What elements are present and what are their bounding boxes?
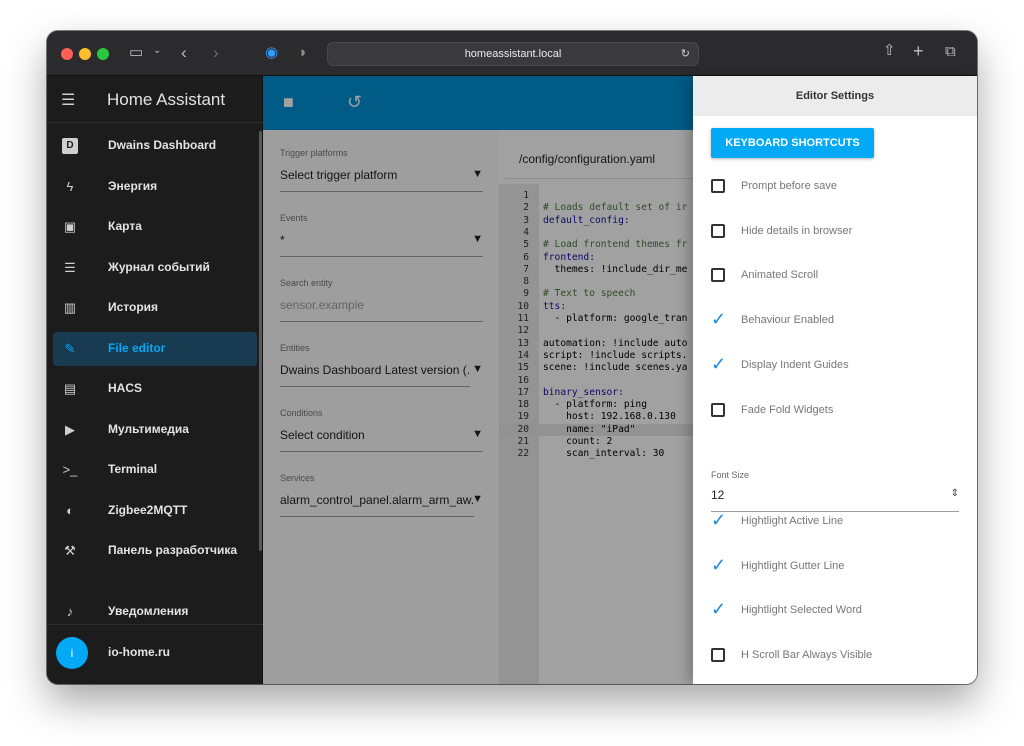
sidebar-item-панель-разработчика[interactable]: ⚒ Панель разработчика — [53, 534, 257, 568]
sidebar-item-label: Энергия — [108, 178, 158, 193]
sidebar-scrollbar[interactable] — [259, 131, 262, 551]
setting-option[interactable]: Fade Fold Widgets — [711, 401, 961, 421]
bell-icon: ♪ — [66, 604, 74, 619]
sidebar-item-label: Dwains Dashboard — [108, 138, 217, 152]
setting-option-label: Hide details in browser — [741, 224, 853, 237]
sidebar-item-icon: ◐ — [66, 502, 74, 518]
sidebar-item-label: История — [108, 300, 159, 314]
setting-option[interactable]: ✓ Hightlight Gutter Line — [711, 555, 961, 577]
check-icon[interactable]: ✓ — [711, 354, 726, 374]
check-icon[interactable]: ✓ — [711, 510, 726, 530]
zoom-window-button[interactable] — [97, 48, 109, 60]
sidebar-item-icon: ▤ — [63, 381, 77, 396]
minimize-window-button[interactable] — [79, 48, 91, 60]
stepper-icon[interactable]: ⇕ — [951, 488, 959, 499]
sidebar-item-label: File editor — [108, 340, 166, 355]
check-icon[interactable]: ✓ — [711, 309, 726, 329]
sidebar-item-журнал-событий[interactable]: ☰ Журнал событий — [53, 251, 257, 285]
setting-option[interactable]: H Scroll Bar Always Visible — [711, 646, 961, 666]
sidebar-item-icon: ⚒ — [64, 543, 76, 558]
sidebar-item-profile[interactable]: io-home.ru — [53, 636, 257, 670]
setting-option[interactable]: Hide details in browser — [711, 222, 961, 242]
check-icon[interactable]: ✓ — [711, 555, 726, 575]
sidebar-item-энергия[interactable]: ϟ Энергия — [53, 170, 257, 204]
sidebar-item-zigbee2mqtt[interactable]: ◐ Zigbee2MQTT — [53, 494, 257, 528]
forward-icon[interactable]: › — [213, 44, 219, 61]
app-title: Home Assistant — [107, 90, 226, 109]
sidebar-item-icon: ▶ — [65, 421, 75, 437]
setting-option[interactable]: Prompt before save — [711, 177, 961, 197]
setting-option-label: Prompt before save — [741, 180, 837, 192]
setting-option-label: Display Indent Guides — [741, 358, 849, 371]
setting-option-label: Fade Fold Widgets — [741, 403, 834, 416]
setting-option-label: Hightlight Selected Word — [741, 604, 862, 617]
sidebar-item-icon: ϟ — [66, 178, 74, 194]
sidebar-item-label: Мультимедиа — [108, 421, 189, 436]
url-text: homeassistant.local — [464, 48, 562, 60]
sidebar-header: ☰ Home Assistant — [47, 76, 263, 123]
privacy-shield-icon[interactable]: ◑ — [297, 45, 306, 60]
sidebar-item-file-editor[interactable]: ✎ File editor — [53, 331, 257, 366]
sidebar-item-история[interactable]: ▥ История — [53, 291, 257, 325]
sidebar: ☰ Home Assistant D Dwains Dashboard ϟ Энерг… — [47, 76, 263, 684]
checkbox-empty[interactable] — [711, 179, 725, 193]
sidebar-item-icon: ✎ — [64, 340, 76, 356]
font-size-label: Font Size — [711, 470, 750, 480]
tab-overview-icon[interactable]: ⧉ — [945, 44, 956, 59]
new-tab-icon[interactable]: + — [913, 42, 924, 60]
sidebar-item-notifications[interactable]: ♪ Уведомления — [53, 595, 257, 629]
sidebar-item-карта[interactable]: ▣ Карта — [53, 210, 257, 244]
sidebar-item-icon: ▣ — [63, 219, 77, 234]
checkbox-empty[interactable] — [711, 648, 725, 663]
user-name: io-home.ru — [108, 645, 170, 659]
chevron-down-icon[interactable]: ⌄ — [153, 46, 161, 56]
sidebar-item-icon: ▥ — [63, 300, 77, 315]
setting-option[interactable]: Animated Scroll — [711, 266, 961, 286]
browser-window: ▭ ⌄ ‹ › ◉ ◑ homeassistant.local ↻ ⇧ + ⧉ … — [47, 31, 977, 684]
check-icon[interactable]: ✓ — [711, 599, 726, 619]
menu-collapse-icon[interactable]: ☰ — [61, 90, 75, 110]
checkbox-empty[interactable] — [711, 402, 725, 417]
sidebar-item-label: Уведомления — [108, 604, 189, 618]
sidebar-item-dwains-dashboard[interactable]: D Dwains Dashboard — [53, 129, 257, 163]
sidebar-item-icon: >_ — [62, 462, 78, 477]
browser-toolbar: ▭ ⌄ ‹ › ◉ ◑ homeassistant.local ↻ ⇧ + ⧉ — [47, 31, 977, 76]
back-icon[interactable]: ‹ — [181, 44, 187, 61]
sidebar-item-label: Журнал событий — [108, 259, 210, 274]
sidebar-item-icon: D — [62, 138, 78, 154]
address-bar[interactable]: homeassistant.local ↻ — [327, 42, 699, 66]
sidebar-item-hacs[interactable]: ▤ HACS — [53, 372, 257, 406]
setting-option-label: H Scroll Bar Always Visible — [741, 649, 873, 662]
setting-option-label: Hightlight Active Line — [741, 515, 844, 527]
editor-settings-panel: Editor Settings KEYBOARD SHORTCUTS Promp… — [693, 76, 977, 684]
checkbox-empty[interactable] — [711, 268, 725, 283]
setting-option[interactable]: ✓ Hightlight Selected Word — [711, 599, 961, 621]
sidebar-item-label: Terminal — [108, 462, 158, 476]
sidebar-item-мультимедиа[interactable]: ▶ Мультимедиа — [53, 413, 257, 447]
close-window-button[interactable] — [61, 48, 73, 60]
checkbox-empty[interactable] — [711, 223, 725, 238]
sidebar-item-terminal[interactable]: >_ Terminal — [53, 453, 257, 487]
setting-option-label: Hightlight Gutter Line — [741, 559, 845, 572]
font-size-input[interactable]: 12 — [711, 488, 959, 512]
sidebar-item-label: Карта — [108, 219, 142, 233]
sidebar-item-label: Zigbee2MQTT — [108, 502, 188, 517]
setting-option-label: Animated Scroll — [741, 269, 819, 282]
keyboard-shortcuts-button[interactable]: KEYBOARD SHORTCUTS — [711, 128, 874, 158]
setting-option-label: Behaviour Enabled — [741, 314, 834, 327]
sidebar-item-label: Панель разработчика — [108, 543, 238, 557]
setting-option[interactable]: ✓ Behaviour Enabled — [711, 309, 961, 331]
sidebar-toggle-icon[interactable]: ▭ — [129, 45, 143, 60]
setting-option[interactable]: ✓ Hightlight Active Line — [711, 510, 961, 532]
setting-option[interactable]: ✓ Display Indent Guides — [711, 354, 961, 376]
share-icon[interactable]: ⇧ — [883, 43, 896, 58]
extension-icon[interactable]: ◉ — [265, 45, 278, 60]
sidebar-item-label: HACS — [108, 381, 143, 395]
settings-title: Editor Settings — [693, 76, 977, 116]
reload-icon[interactable]: ↻ — [681, 43, 690, 65]
sidebar-item-icon: ☰ — [64, 259, 76, 275]
